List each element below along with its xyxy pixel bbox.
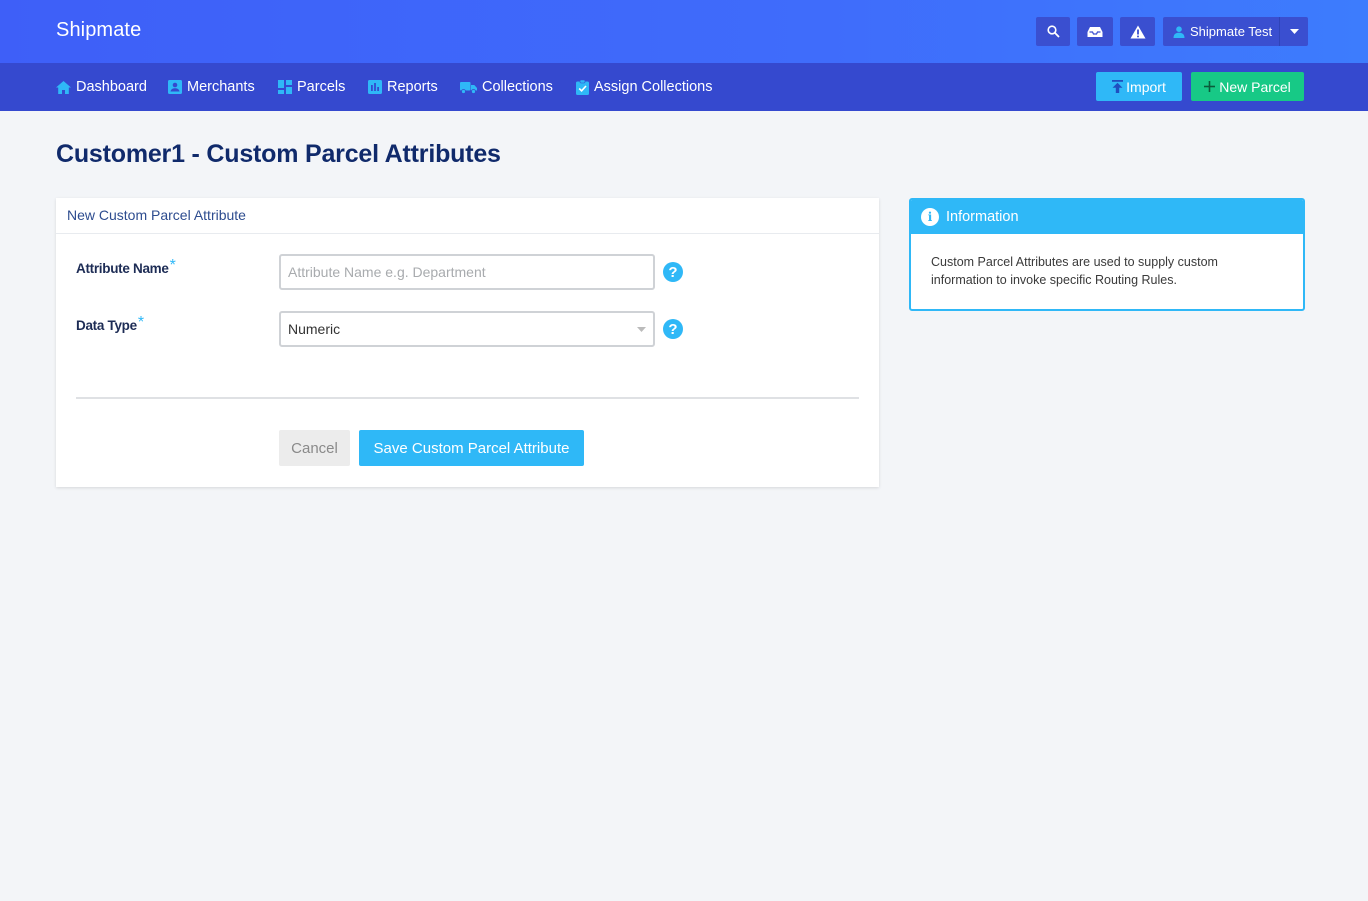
required-indicator: * (169, 257, 176, 274)
info-icon: i (921, 208, 939, 226)
data-type-label-text: Data Type (76, 318, 137, 333)
user-menu: Shipmate Test (1163, 17, 1308, 46)
save-attribute-button[interactable]: Save Custom Parcel Attribute (359, 430, 584, 466)
main-nav: Dashboard Merchants Parcels Reports Coll… (0, 63, 1368, 111)
select-caret-icon (637, 326, 646, 332)
nav-label: Reports (387, 79, 438, 95)
inbox-button[interactable] (1077, 17, 1113, 46)
information-title: Information (946, 209, 1019, 225)
new-parcel-label: New Parcel (1219, 78, 1291, 95)
top-bar: Shipmate Shipmate Test (0, 0, 1368, 63)
information-panel: i Information Custom Parcel Attributes a… (909, 198, 1305, 311)
nav-collections[interactable]: Collections (460, 78, 553, 96)
attribute-name-label-text: Attribute Name (76, 261, 169, 276)
import-button[interactable]: Import (1096, 72, 1182, 101)
user-name: Shipmate Test (1190, 24, 1273, 39)
attribute-name-input[interactable] (279, 254, 655, 290)
cancel-button[interactable]: Cancel (279, 430, 350, 466)
nav-label: Collections (482, 79, 553, 95)
new-parcel-button[interactable]: New Parcel (1191, 72, 1304, 101)
required-indicator: * (137, 314, 144, 331)
home-icon (56, 80, 71, 94)
card-header: New Custom Parcel Attribute (56, 198, 879, 234)
user-menu-button[interactable]: Shipmate Test (1163, 17, 1279, 46)
data-type-label: Data Type* (76, 314, 144, 335)
information-header: i Information (911, 200, 1303, 234)
nav-label: Merchants (187, 79, 255, 95)
data-type-help-icon[interactable]: ? (663, 319, 683, 339)
nav-parcels[interactable]: Parcels (278, 78, 345, 96)
plus-icon (1204, 81, 1216, 92)
inbox-icon (1087, 26, 1103, 37)
data-type-select[interactable]: Numeric (279, 311, 655, 347)
upload-icon (1112, 80, 1124, 93)
clipboard-check-icon (576, 79, 589, 95)
custom-attribute-form-card: New Custom Parcel Attribute Attribute Na… (56, 198, 879, 487)
alerts-button[interactable] (1120, 17, 1155, 46)
brand-logo[interactable]: Shipmate (56, 19, 141, 42)
nav-merchants[interactable]: Merchants (168, 78, 255, 96)
import-label: Import (1126, 78, 1166, 95)
merchant-icon (168, 80, 182, 94)
nav-assign-collections[interactable]: Assign Collections (576, 78, 712, 96)
form-divider (76, 397, 859, 399)
nav-label: Parcels (297, 79, 346, 95)
search-icon (1046, 25, 1060, 38)
information-body: Custom Parcel Attributes are used to sup… (931, 255, 1218, 287)
caret-down-icon (1289, 29, 1299, 34)
truck-icon (460, 81, 477, 94)
user-icon (1173, 25, 1185, 38)
data-type-selected-value: Numeric (288, 321, 341, 337)
attribute-name-label: Attribute Name* (76, 257, 176, 278)
nav-reports[interactable]: Reports (368, 78, 438, 96)
user-dropdown-toggle[interactable] (1279, 17, 1308, 46)
nav-dashboard[interactable]: Dashboard (56, 78, 147, 96)
page-title: Customer1 - Custom Parcel Attributes (56, 140, 501, 168)
reports-icon (368, 80, 382, 94)
alert-icon (1130, 25, 1145, 38)
parcels-icon (278, 80, 292, 94)
nav-label: Dashboard (76, 79, 147, 95)
nav-label: Assign Collections (594, 79, 713, 95)
attribute-name-help-icon[interactable]: ? (663, 262, 683, 282)
search-button[interactable] (1036, 17, 1070, 46)
